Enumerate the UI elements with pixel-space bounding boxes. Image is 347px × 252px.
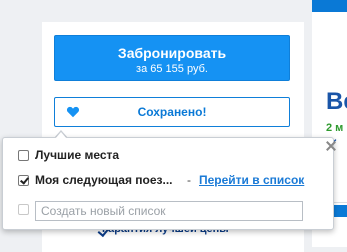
list-item-label[interactable]: Моя следующая поез... [35, 173, 173, 187]
list-checkbox[interactable] [18, 150, 29, 161]
new-list-checkbox[interactable] [18, 204, 29, 215]
saved-button-label: Сохранено! [137, 105, 207, 119]
list-checkbox[interactable] [18, 175, 29, 186]
hotel-availability-partial: 2 м [326, 122, 344, 134]
list-separator: - [187, 173, 191, 187]
new-list-input[interactable] [35, 201, 303, 221]
hotel-title-partial[interactable]: Ве [326, 88, 347, 116]
card-top-bar [312, 0, 347, 12]
book-button[interactable]: Забронировать за 65 155 руб. [54, 35, 290, 81]
popover-arrow-inner [55, 132, 67, 139]
close-icon[interactable] [325, 140, 337, 152]
book-button-price: за 65 155 руб. [136, 63, 208, 75]
list-item-label[interactable]: Лучшие места [35, 148, 119, 162]
book-button-label: Забронировать [117, 45, 227, 61]
saved-button[interactable]: Сохранено! [54, 97, 290, 127]
go-to-list-link[interactable]: Перейти в список [199, 173, 304, 187]
